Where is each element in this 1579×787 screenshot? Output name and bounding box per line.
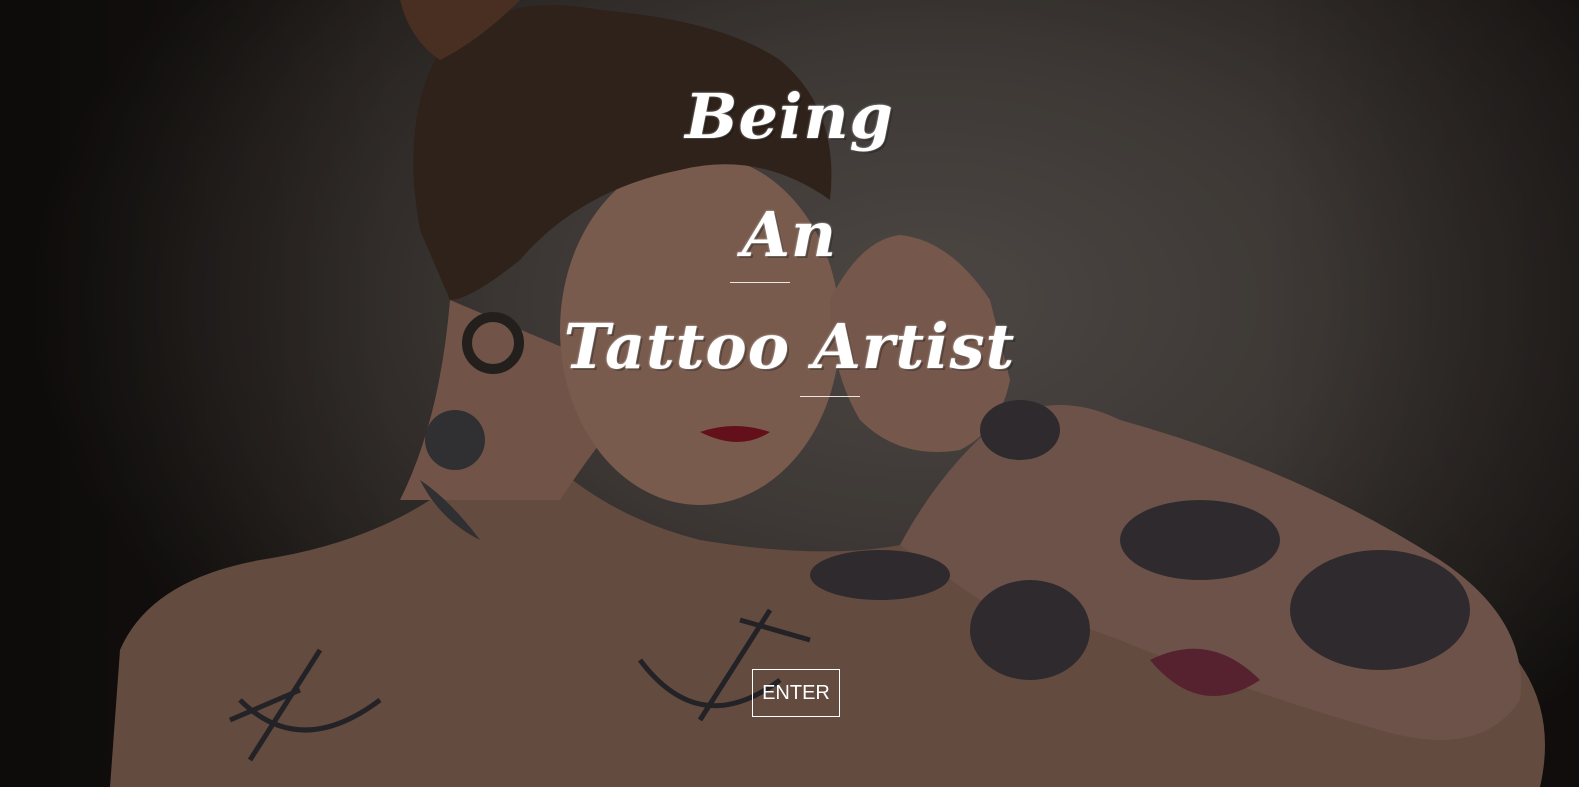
hero-section: Being An Tattoo Artist ENTER xyxy=(0,0,1579,787)
title-flourish xyxy=(800,396,860,397)
title-line-tattoo-artist: Tattoo Artist xyxy=(563,310,1016,383)
title-line-being: Being xyxy=(685,80,894,153)
title-line-an: An xyxy=(741,198,838,271)
title-flourish xyxy=(730,282,790,283)
enter-button[interactable]: ENTER xyxy=(752,669,840,717)
